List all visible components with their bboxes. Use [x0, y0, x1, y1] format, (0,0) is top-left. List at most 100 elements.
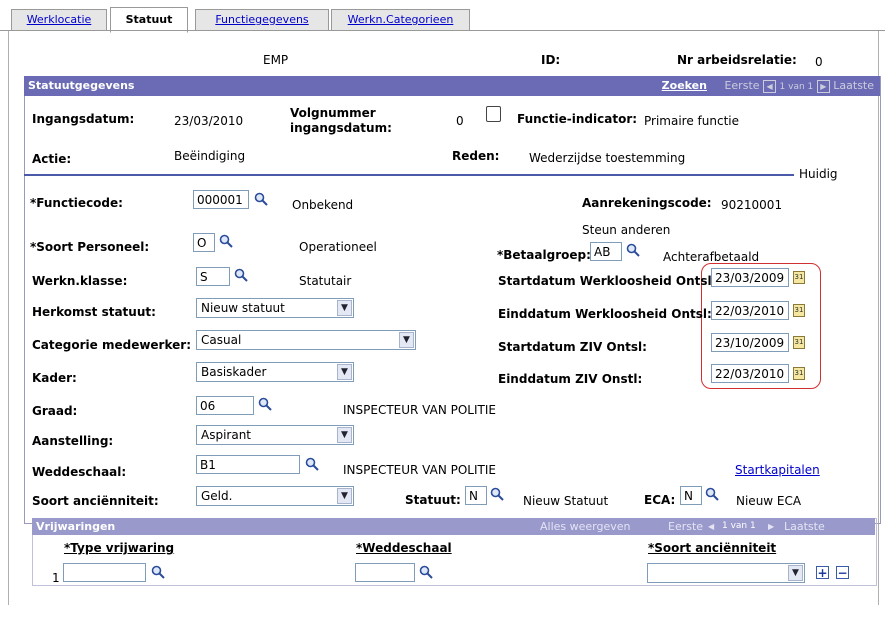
- start-ziv-input[interactable]: 23/10/2009: [711, 333, 789, 352]
- nav-next-icon[interactable]: ▶: [816, 79, 830, 93]
- show-all-link[interactable]: Alles weergeven: [540, 518, 631, 535]
- graad-input[interactable]: 06: [196, 396, 254, 415]
- weddeschaal-row-search-icon[interactable]: [419, 565, 433, 579]
- kader-select[interactable]: Basiskader ▼: [196, 362, 354, 382]
- functie-indicator-value: Primaire functie: [644, 114, 739, 128]
- calendar-icon[interactable]: 31: [793, 271, 805, 284]
- startkapitalen-link[interactable]: Startkapitalen: [735, 463, 820, 477]
- aanstelling-label: Aanstelling:: [32, 434, 114, 448]
- graad-label: Graad:: [32, 404, 78, 418]
- functiecode-search-icon[interactable]: [254, 192, 268, 206]
- chevron-down-icon[interactable]: ▼: [337, 427, 352, 443]
- weddeschaal-label: Weddeschaal:: [32, 465, 127, 479]
- weddeschaal-search-icon[interactable]: [305, 457, 319, 471]
- add-row-button[interactable]: +: [816, 566, 829, 579]
- start-werkl-input[interactable]: 23/03/2009: [711, 268, 789, 287]
- eca-label: ECA:: [644, 493, 676, 507]
- tab-werklocatie-label[interactable]: Werklocatie: [27, 13, 92, 26]
- calendar-icon[interactable]: 31: [793, 367, 805, 380]
- emp-label: EMP: [263, 53, 289, 67]
- eind-werkl-label: Einddatum Werkloosheid Ontsl:: [498, 307, 712, 321]
- vrijwaringen-title: Vrijwaringen: [36, 520, 116, 533]
- statuut-input[interactable]: N: [465, 486, 487, 505]
- nav-last-label[interactable]: Laatste: [833, 79, 874, 92]
- betaalgroep-input[interactable]: AB: [590, 242, 622, 261]
- zoeken-link[interactable]: Zoeken: [662, 79, 707, 92]
- werkn-klasse-search-icon[interactable]: [234, 268, 248, 282]
- categorie-label: Categorie medewerker:: [32, 338, 191, 352]
- vr-prev-icon[interactable]: ◀: [708, 518, 714, 535]
- eca-desc: Nieuw ECA: [736, 494, 802, 508]
- volgnummer-label-1: Volgnummer: [290, 106, 376, 120]
- section-title: Statuutgegevens: [28, 79, 135, 92]
- tab-statuut-label: Statuut: [125, 13, 173, 26]
- soort-anc-label: Soort anciënniteit:: [32, 494, 159, 508]
- actie-value: Beëindiging: [174, 149, 246, 163]
- categorie-select[interactable]: Casual ▼: [196, 330, 416, 350]
- chevron-down-icon[interactable]: ▼: [337, 488, 352, 504]
- col-type-vrijwaring[interactable]: *Type vrijwaring: [64, 541, 174, 555]
- herkomst-value: Nieuw statuut: [201, 301, 285, 315]
- type-vrijwaring-search-icon[interactable]: [151, 565, 165, 579]
- soort-personeel-input[interactable]: O: [193, 233, 215, 252]
- nr-arbeidsrelatie-value: 0: [815, 55, 823, 69]
- aanstelling-select[interactable]: Aspirant ▼: [196, 425, 354, 445]
- tab-functiegegevens[interactable]: Functiegegevens: [195, 9, 329, 30]
- chevron-down-icon[interactable]: ▼: [399, 332, 414, 348]
- herkomst-select[interactable]: Nieuw statuut ▼: [196, 298, 354, 318]
- soort-personeel-label: *Soort Personeel:: [30, 240, 150, 254]
- type-vrijwaring-input[interactable]: [63, 563, 146, 582]
- calendar-icon[interactable]: 31: [793, 336, 805, 349]
- soort-anc-value: Geld.: [201, 489, 233, 503]
- tab-bar: Werklocatie Statuut Functiegegevens Werk…: [0, 0, 885, 33]
- id-label: ID:: [541, 53, 561, 67]
- eca-input[interactable]: N: [680, 486, 702, 505]
- section-nav: Zoeken Eerste ◀ 1 van 1 ▶ Laatste: [662, 76, 874, 97]
- eind-werkl-input[interactable]: 22/03/2010: [711, 301, 789, 320]
- nr-arbeidsrelatie-label: Nr arbeidsrelatie:: [677, 53, 797, 67]
- functiecode-input[interactable]: 000001: [193, 190, 249, 209]
- remove-row-button[interactable]: −: [836, 566, 849, 579]
- weddeschaal-row-input[interactable]: [355, 563, 415, 582]
- functie-indicator-label: Functie-indicator:: [517, 112, 638, 126]
- vr-next-icon[interactable]: ▶: [768, 518, 774, 535]
- chevron-down-icon[interactable]: ▼: [337, 300, 352, 316]
- eca-search-icon[interactable]: [705, 487, 719, 501]
- statuut-search-icon[interactable]: [490, 487, 504, 501]
- kader-label: Kader:: [32, 371, 77, 385]
- actie-label: Actie:: [32, 152, 72, 166]
- soort-anc-select[interactable]: Geld. ▼: [196, 486, 354, 506]
- nav-prev-icon[interactable]: ◀: [763, 79, 777, 93]
- betaalgroep-search-icon[interactable]: [626, 243, 640, 257]
- ingangsdatum-label: Ingangsdatum:: [32, 112, 135, 126]
- aanrekeningscode-value: 90210001: [721, 198, 783, 212]
- graad-search-icon[interactable]: [258, 397, 272, 411]
- chevron-down-icon[interactable]: ▼: [337, 364, 352, 380]
- eind-ziv-input[interactable]: 22/03/2010: [711, 364, 789, 383]
- soort-personeel-search-icon[interactable]: [219, 234, 233, 248]
- tab-werklocatie[interactable]: Werklocatie: [11, 9, 107, 30]
- werkn-klasse-desc: Statutair: [299, 274, 352, 288]
- col-weddeschaal[interactable]: *Weddeschaal: [356, 541, 452, 555]
- soort-anc-row-select[interactable]: ▼: [647, 563, 805, 583]
- statuutgegevens-header: Statuutgegevens Zoeken Eerste ◀ 1 van 1 …: [24, 76, 880, 96]
- tab-werkn-categorieen[interactable]: Werkn.Categorieen: [331, 9, 470, 30]
- calendar-icon[interactable]: 31: [793, 304, 805, 317]
- tab-werkn-categorieen-label[interactable]: Werkn.Categorieen: [348, 13, 454, 26]
- start-werkl-label: Startdatum Werkloosheid Ontsl:: [498, 274, 717, 288]
- chevron-down-icon[interactable]: ▼: [788, 565, 803, 581]
- note-icon[interactable]: [486, 106, 501, 122]
- nav-first-label[interactable]: Eerste: [724, 79, 759, 92]
- statuut-desc: Nieuw Statuut: [523, 494, 609, 508]
- werkn-klasse-input[interactable]: S: [196, 267, 230, 286]
- vr-nav-first[interactable]: Eerste: [668, 518, 703, 535]
- vr-nav-last[interactable]: Laatste: [784, 518, 825, 535]
- statuut-label: Statuut:: [405, 493, 461, 507]
- weddeschaal-input[interactable]: B1: [196, 455, 300, 474]
- tab-functiegegevens-label[interactable]: Functiegegevens: [215, 13, 308, 26]
- col-soort-ancienniteit[interactable]: *Soort anciënniteit: [648, 541, 776, 555]
- volgnummer-label-2: ingangsdatum:: [290, 121, 392, 135]
- nav-count: 1 van 1: [779, 82, 814, 92]
- betaalgroep-desc-2: Achterafbetaald: [663, 250, 760, 264]
- reden-value: Wederzijdse toestemming: [529, 151, 686, 165]
